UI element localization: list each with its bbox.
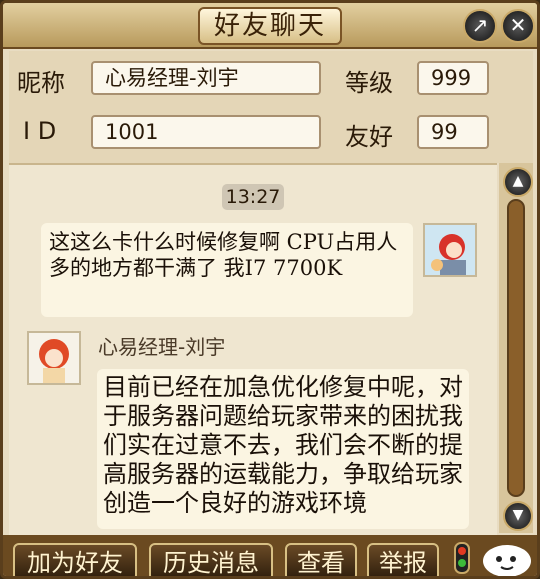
- window-title: 好友聊天: [198, 7, 342, 45]
- friendship-field: 99: [417, 115, 489, 149]
- title-bar[interactable]: 好友聊天 ↗ ✕: [3, 3, 537, 49]
- nickname-field: 心易经理-刘宇: [91, 61, 321, 95]
- friend-info-panel: 昵称 心易经理-刘宇 等级 999 I D 1001 友好 99: [9, 51, 533, 163]
- close-icon[interactable]: ✕: [501, 9, 535, 43]
- friend-avatar-icon: [29, 333, 79, 383]
- level-label: 等级: [345, 69, 393, 97]
- friend-avatar: [27, 331, 81, 385]
- history-button[interactable]: 历史消息: [149, 543, 273, 576]
- scroll-up-icon[interactable]: ▲: [503, 167, 533, 197]
- id-field: 1001: [91, 115, 321, 149]
- level-field: 999: [417, 61, 489, 95]
- nickname-label: 昵称: [17, 69, 65, 97]
- action-bar: 加为好友 历史消息 查看 举报: [3, 535, 537, 576]
- report-button[interactable]: 举报: [367, 543, 439, 576]
- status-light-icon: [454, 542, 470, 574]
- view-button[interactable]: 查看: [285, 543, 357, 576]
- id-label: I D: [23, 117, 57, 145]
- self-avatar-icon: [425, 225, 475, 275]
- chat-scrollbar[interactable]: ▲ ▼: [499, 163, 533, 533]
- mascot-icon: [483, 545, 531, 576]
- friend-chat-window: 好友聊天 ↗ ✕ 昵称 心易经理-刘宇 等级 999 I D 1001 友好 9…: [0, 0, 540, 579]
- friendship-label: 友好: [345, 123, 393, 151]
- sender-name: 心易经理-刘宇: [98, 335, 226, 359]
- scroll-down-icon[interactable]: ▼: [503, 501, 533, 531]
- chat-log[interactable]: 13:27 这这么卡什么时候修复啊 CPU占用人多的地方都干满了 我I7 770…: [9, 163, 497, 535]
- popout-icon[interactable]: ↗: [463, 9, 497, 43]
- message-timestamp: 13:27: [222, 184, 284, 210]
- self-message-bubble: 这这么卡什么时候修复啊 CPU占用人多的地方都干满了 我I7 7700K: [41, 223, 413, 317]
- friend-message-bubble: 目前已经在加急优化修复中呢，对于服务器问题给玩家带来的困扰我们实在过意不去，我们…: [97, 369, 469, 529]
- scroll-track[interactable]: [507, 199, 525, 497]
- self-avatar: [423, 223, 477, 277]
- add-friend-button[interactable]: 加为好友: [13, 543, 137, 576]
